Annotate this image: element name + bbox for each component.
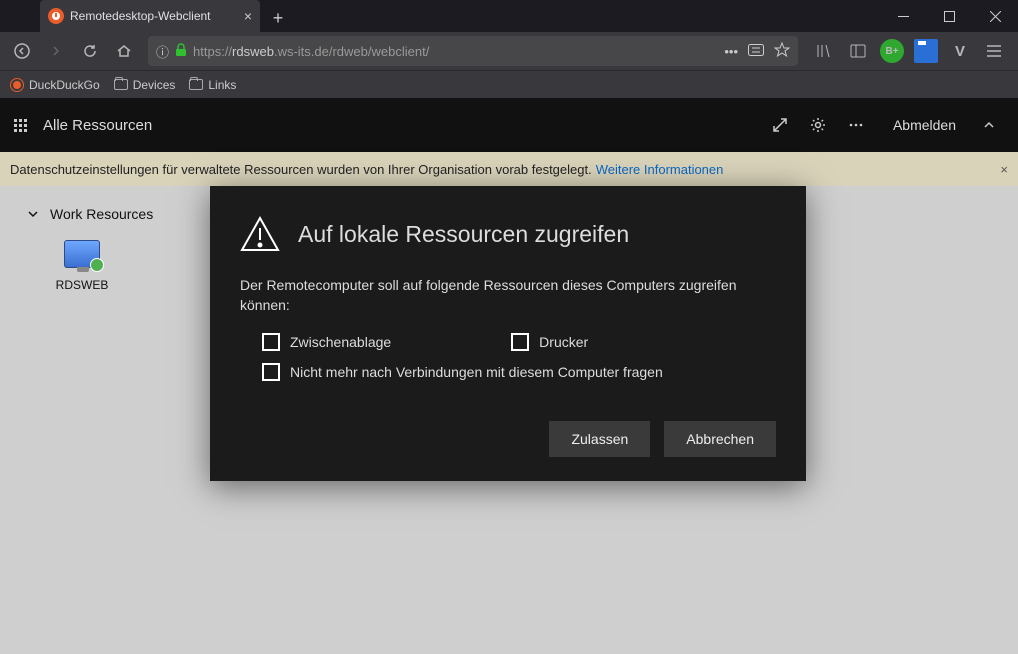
bookmark-star-icon[interactable]	[774, 42, 790, 61]
nav-forward-button[interactable]	[40, 35, 72, 67]
chevron-up-icon[interactable]	[974, 116, 1004, 134]
nav-back-button[interactable]	[6, 35, 38, 67]
addon-badge-icon[interactable]: B+	[880, 39, 904, 63]
bookmark-label: Devices	[133, 78, 176, 92]
save-icon[interactable]	[914, 39, 938, 63]
checkbox-label: Nicht mehr nach Verbindungen mit diesem …	[290, 364, 663, 380]
logout-link[interactable]: Abmelden	[893, 117, 956, 133]
page-content: Alle Ressourcen Abmelden Datenschutzeins…	[0, 98, 1018, 654]
app-menu-icon[interactable]	[982, 39, 1006, 63]
browser-navbar: ⓘ https://rdsweb.ws-its.de/rdweb/webclie…	[0, 32, 1018, 70]
bookmark-devices[interactable]: Devices	[114, 78, 176, 92]
printer-checkbox[interactable]: Drucker	[511, 333, 588, 351]
dialog-description: Der Remotecomputer soll auf folgende Res…	[240, 276, 776, 315]
window-maximize-icon[interactable]	[926, 0, 972, 32]
group-title: Work Resources	[50, 206, 153, 222]
chevron-down-icon	[26, 207, 40, 221]
checkbox-label: Drucker	[539, 334, 588, 350]
page-actions-icon[interactable]: •••	[724, 44, 738, 59]
tab-close-icon[interactable]: ×	[244, 8, 252, 24]
resource-item[interactable]: RDSWEB	[42, 240, 122, 292]
allow-button[interactable]: Zulassen	[549, 421, 650, 457]
settings-gear-icon[interactable]	[799, 116, 837, 134]
site-info-icon[interactable]: ⓘ	[156, 42, 169, 61]
reader-icon[interactable]	[748, 44, 764, 59]
app-toolbar: Alle Ressourcen Abmelden	[0, 98, 1018, 152]
url-bar[interactable]: ⓘ https://rdsweb.ws-its.de/rdweb/webclie…	[148, 36, 798, 66]
library-icon[interactable]	[812, 39, 836, 63]
workspace-area: Work Resources RDSWEB Auf lokale Ressour…	[0, 186, 1018, 654]
checkbox-icon	[262, 363, 280, 381]
url-text: https://rdsweb.ws-its.de/rdweb/webclient…	[193, 44, 718, 59]
window-controls	[880, 0, 1018, 32]
new-tab-button[interactable]: +	[264, 4, 292, 32]
nav-reload-button[interactable]	[74, 35, 106, 67]
checkbox-icon	[262, 333, 280, 351]
browser-titlebar: Remotedesktop-Webclient × +	[0, 0, 1018, 32]
folder-icon	[114, 79, 128, 90]
checkbox-icon	[511, 333, 529, 351]
bookmark-duckduckgo[interactable]: DuckDuckGo	[10, 78, 100, 92]
clipboard-checkbox[interactable]: Zwischenablage	[262, 333, 391, 351]
window-close-icon[interactable]	[972, 0, 1018, 32]
lock-icon	[175, 43, 187, 60]
checkbox-label: Zwischenablage	[290, 334, 391, 350]
app-title: Alle Ressourcen	[43, 117, 152, 134]
bookmarks-toolbar: DuckDuckGo Devices Links	[0, 70, 1018, 98]
fullscreen-icon[interactable]	[761, 116, 799, 134]
tab-favicon	[48, 8, 64, 24]
folder-icon	[189, 79, 203, 90]
browser-tab-active[interactable]: Remotedesktop-Webclient ×	[40, 0, 260, 32]
window-minimize-icon[interactable]	[880, 0, 926, 32]
info-text: Datenschutzeinstellungen für verwaltete …	[10, 162, 592, 177]
warning-triangle-icon	[240, 214, 280, 254]
info-close-icon[interactable]: ×	[1000, 162, 1008, 177]
online-badge-icon	[90, 258, 104, 272]
dialog-title: Auf lokale Ressourcen zugreifen	[298, 221, 629, 248]
apps-grid-icon[interactable]	[14, 119, 27, 132]
toolbar-addons: B+ V	[806, 39, 1012, 63]
duckduckgo-icon	[10, 78, 24, 92]
bookmark-label: Links	[208, 78, 236, 92]
cancel-button[interactable]: Abbrechen	[664, 421, 776, 457]
tab-title: Remotedesktop-Webclient	[70, 9, 211, 23]
sidebar-icon[interactable]	[846, 39, 870, 63]
addon-v-icon[interactable]: V	[948, 39, 972, 63]
info-banner: Datenschutzeinstellungen für verwaltete …	[0, 152, 1018, 186]
info-link[interactable]: Weitere Informationen	[596, 162, 724, 177]
more-icon[interactable]	[837, 116, 875, 134]
bookmark-links[interactable]: Links	[189, 78, 236, 92]
bookmark-label: DuckDuckGo	[29, 78, 100, 92]
resource-label: RDSWEB	[42, 278, 122, 292]
dont-ask-checkbox[interactable]: Nicht mehr nach Verbindungen mit diesem …	[262, 363, 776, 381]
local-resources-dialog: Auf lokale Ressourcen zugreifen Der Remo…	[210, 186, 806, 481]
nav-home-button[interactable]	[108, 35, 140, 67]
